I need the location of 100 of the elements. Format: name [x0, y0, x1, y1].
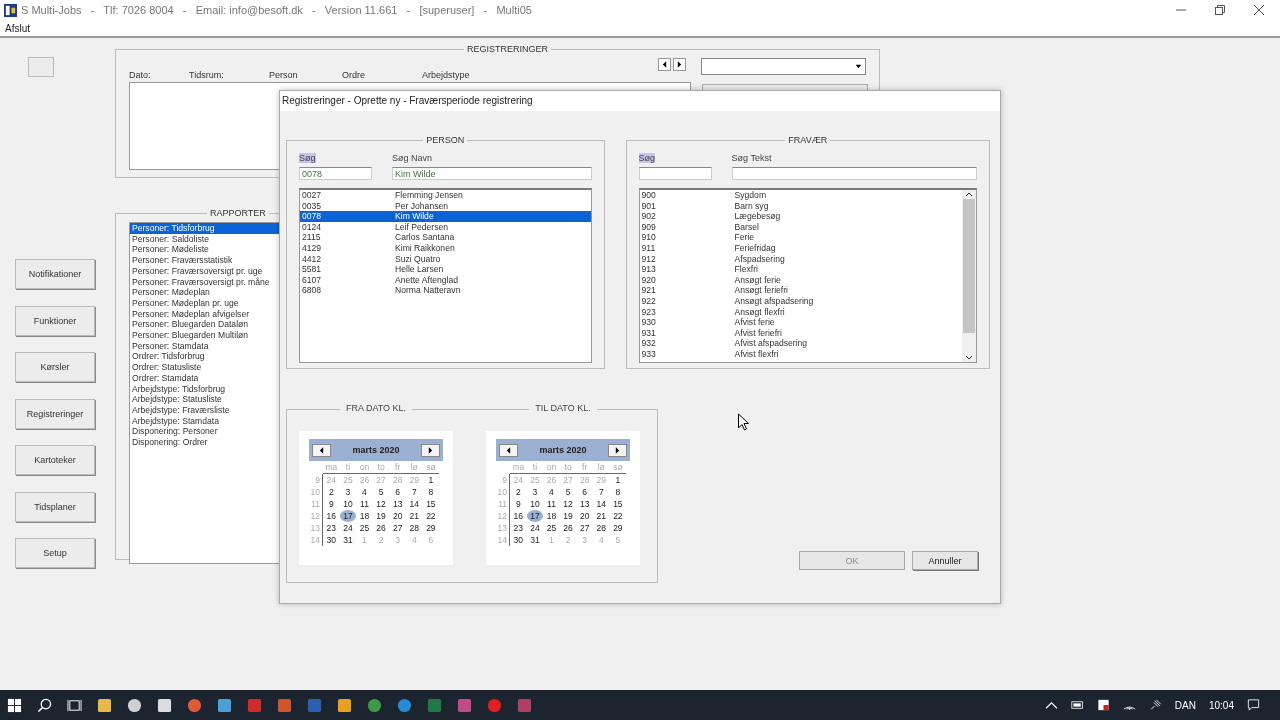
calendar-day[interactable]: 21 [592, 510, 610, 522]
calendar-day[interactable]: 31 [339, 534, 357, 546]
calendar-day[interactable]: 8 [609, 486, 627, 498]
search-field[interactable] [638, 167, 712, 180]
calendar-day[interactable]: 9 [510, 498, 527, 510]
list-item[interactable]: Disponering: Ordrer [130, 437, 282, 448]
list-box[interactable] [638, 188, 977, 363]
battery-icon[interactable] [1070, 699, 1084, 711]
calendar-day[interactable]: 14 [592, 498, 610, 510]
list-item[interactable]: Personer: Mødeplan [130, 287, 282, 298]
list-row[interactable]: 0027 Flemming Jensen [300, 190, 591, 201]
list-row[interactable]: 922 Ansøgt afspadsering [639, 295, 962, 307]
dialog-button[interactable]: Annuller [912, 551, 978, 570]
list-row[interactable]: 6107 Anette Aftenglad [300, 274, 591, 286]
windows-icon[interactable] [7, 697, 22, 713]
calendar-day[interactable]: 15 [609, 498, 627, 510]
list-row[interactable]: 2115 Carlos Santana [300, 232, 591, 243]
record-icon[interactable] [487, 697, 502, 713]
calendar-day[interactable]: 12 [559, 498, 577, 510]
list-row[interactable]: 4412 Suzi Quatro [300, 253, 591, 265]
list-row[interactable]: 5581 Helle Larsen [300, 264, 591, 275]
list-row[interactable]: 900 Sygdom [639, 190, 962, 201]
next-month-button[interactable] [421, 443, 440, 457]
list-row[interactable]: 0078 Kim Wilde [300, 211, 591, 222]
next-month-button[interactable] [608, 443, 627, 457]
calendar-day[interactable]: 2 [323, 486, 340, 498]
list-item[interactable]: Personer: Bluegarden Dataløn [130, 319, 282, 331]
dropdown[interactable] [701, 58, 866, 75]
nav-button[interactable]: Notifikationer [15, 259, 95, 289]
list-row[interactable]: 932 Afvist afspadsering [639, 338, 962, 349]
calendar-day[interactable]: 8 [422, 486, 440, 498]
calendar-day[interactable]: 26 [559, 522, 577, 534]
calendar-day[interactable]: 7 [405, 486, 423, 498]
calendar-day[interactable]: 22 [422, 510, 440, 522]
list-row[interactable]: 933 Afvist flexfri [639, 348, 962, 360]
list-row[interactable]: 4129 Kimi Raikkonen [300, 242, 591, 254]
calendar-day[interactable]: 3 [339, 486, 357, 498]
calendar-day[interactable]: 12 [372, 498, 390, 510]
list-row[interactable]: 902 Lægebesøg [639, 211, 962, 222]
list-box[interactable]: 0027 Flemming Jensen 0035 Per Johansen 0078 Kim Wilde 0124 Leif Pedersen 2115 Carlos Santana 4129 Kimi Raikkonen 4412 Suzi Quatro 5581 Helle Larsen 6107 Anette Aftenglad 6808 Norma Natteravn [299, 188, 592, 363]
next-button[interactable] [673, 58, 686, 71]
nav-button[interactable]: Kørsler [15, 352, 95, 382]
calendar-day[interactable]: 31 [526, 534, 544, 546]
list-item[interactable]: Personer: Fraværsoversigt pr. måne [130, 276, 282, 288]
search-icon[interactable] [37, 697, 52, 713]
calendar-day[interactable]: 27 [576, 522, 593, 534]
nav-button[interactable]: Tidsplaner [15, 491, 95, 522]
list-row[interactable]: 912 Afspadsering [639, 253, 962, 265]
calendar-day[interactable]: 1 [422, 474, 440, 486]
notification-icon[interactable] [1247, 699, 1260, 711]
task-view-icon[interactable] [67, 697, 82, 713]
list-item[interactable]: Personer: Mødeplan afvigelser [130, 308, 282, 320]
calendar-day[interactable]: 15 [422, 498, 440, 510]
nav-button[interactable]: Setup [15, 538, 95, 568]
calendar-day[interactable]: 27 [389, 522, 406, 534]
calendar-day[interactable]: 25 [543, 522, 560, 534]
list-row[interactable]: 930 Afvist ferie [639, 317, 962, 328]
list-item[interactable]: Disponering: Personer [130, 426, 282, 438]
list-row[interactable]: 901 Barn syg [639, 200, 962, 212]
calendar-day[interactable]: 23 [510, 522, 527, 534]
calendar-day[interactable]: 17 [526, 510, 544, 522]
calendar-day[interactable]: 30 [323, 534, 340, 546]
calendar-day[interactable]: 26 [372, 522, 390, 534]
calendar-day[interactable]: 16 [323, 510, 340, 522]
calendar-day[interactable]: 7 [592, 486, 610, 498]
calendar-day[interactable]: 5 [372, 486, 390, 498]
menu-item[interactable]: Afslut [5, 22, 30, 34]
list-item[interactable]: Personer: Mødeliste [130, 244, 282, 256]
list-item[interactable]: Personer: Tidsforbrug [130, 223, 282, 234]
chevron-up-icon[interactable] [1044, 699, 1058, 711]
list-item[interactable]: Personer: Saldoliste [130, 233, 282, 245]
calendar-day[interactable]: 4 [543, 486, 560, 498]
search-field[interactable] [731, 167, 977, 180]
list-item[interactable]: Arbejdstype: Stamdata [130, 415, 282, 427]
calendar-day[interactable]: 16 [510, 510, 527, 522]
calendar-day[interactable]: 1 [609, 474, 627, 486]
calendar-day[interactable]: 17 [339, 510, 357, 522]
chevron-down-icon[interactable] [965, 355, 973, 360]
list-row[interactable]: 923 Ansøgt flexfri [639, 306, 962, 318]
calendar-day[interactable]: 29 [609, 522, 627, 534]
search-field[interactable]: 0078 [299, 167, 372, 180]
list-item[interactable]: Arbejdstype: Statusliste [130, 394, 282, 405]
list-item[interactable]: Arbejdstype: Fraværsliste [130, 404, 282, 416]
list-row[interactable]: 911 Feriefridag [639, 242, 962, 254]
list-row[interactable]: 6808 Norma Natteravn [300, 285, 591, 296]
calendar-day[interactable]: 20 [389, 510, 406, 522]
calendar-day[interactable]: 14 [405, 498, 423, 510]
language-indicator[interactable]: DAN [1174, 699, 1196, 711]
calendar-day[interactable]: 28 [405, 522, 423, 534]
scrollbar[interactable] [962, 190, 976, 362]
list-row[interactable]: 0035 Per Johansen [300, 200, 591, 212]
calendar-day[interactable]: 11 [543, 498, 560, 510]
list-row[interactable]: 910 Ferie [639, 232, 962, 243]
calendar-day[interactable]: 13 [389, 498, 406, 510]
list-row[interactable]: 909 Barsel [639, 221, 962, 233]
calendar-day[interactable]: 20 [576, 510, 593, 522]
calendar-day[interactable]: 10 [526, 498, 544, 510]
close-icon[interactable] [1254, 5, 1264, 15]
restore-icon[interactable] [1215, 5, 1225, 15]
calendar-day[interactable]: 29 [422, 522, 440, 534]
